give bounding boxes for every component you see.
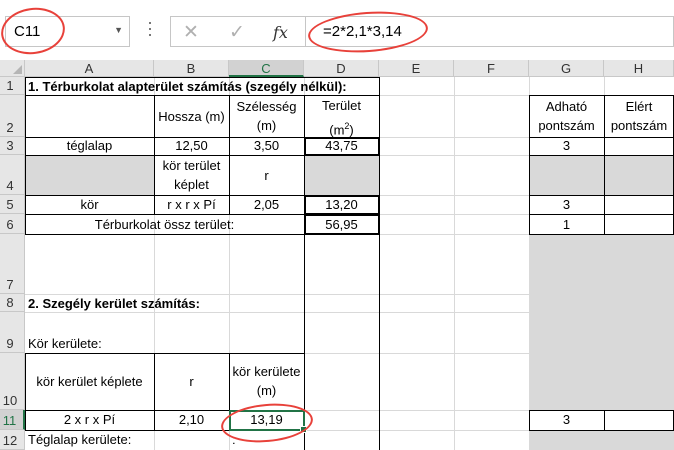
column-header-f[interactable]: F <box>454 60 529 77</box>
shaded-cells-g7-h10 <box>529 234 674 410</box>
cell-c2-line2: (m) <box>256 118 277 133</box>
cell-b11: 2,10 <box>178 412 205 427</box>
cell-c2-line1: Szélesség <box>236 99 297 114</box>
column-header-a[interactable]: A <box>25 60 154 77</box>
cell-c10-line1: kör kerülete <box>232 364 301 379</box>
cell-a8: 2. Szegély kerület számítás: <box>28 296 200 311</box>
cell-a10: kör kerület képlete <box>36 374 143 389</box>
cell-b10: r <box>189 374 194 389</box>
shaded-cells-g12-h12 <box>529 430 674 450</box>
cell-c10-line2: (m) <box>256 383 277 398</box>
cell-b5: r x r x Pí <box>167 197 216 212</box>
enter-check-icon[interactable]: ✓ <box>229 21 245 44</box>
column-header-d[interactable]: D <box>304 60 379 77</box>
cell-a6: Térburkolat össz terület: <box>94 217 235 232</box>
row-header-5[interactable]: 5 <box>0 195 25 214</box>
chevron-down-icon[interactable]: ▼ <box>114 25 123 35</box>
cell-a9: Kör kerülete: <box>28 336 102 351</box>
column-header-c[interactable]: C <box>229 60 304 77</box>
row-header-10[interactable]: 10 <box>0 353 25 410</box>
cell-h2-line1: Elért <box>625 99 653 114</box>
row-header-6[interactable]: 6 <box>0 214 25 234</box>
cell-d3: 43,75 <box>325 138 358 153</box>
formula-buttons: ✕ ✓ fx <box>170 16 306 47</box>
cell-c5: 2,05 <box>253 197 280 212</box>
column-header-b[interactable]: B <box>154 60 229 77</box>
cell-b4-line2: képlet <box>174 177 209 192</box>
row-header-3[interactable]: 3 <box>0 137 25 155</box>
cell-a12: Téglalap kerülete: <box>28 432 132 447</box>
insert-function-icon[interactable]: fx <box>273 23 288 42</box>
cell-b2: Hossza (m) <box>158 109 225 124</box>
row-header-7[interactable]: 7 <box>0 234 25 294</box>
row-header-8[interactable]: 8 <box>0 294 25 312</box>
row-header-12[interactable]: 12 <box>0 430 25 450</box>
column-header-h[interactable]: H <box>604 60 674 77</box>
cell-d2-line1: Terület <box>321 98 362 113</box>
cell-a5: kör <box>80 197 99 212</box>
cell-c3: 3,50 <box>253 138 280 153</box>
cell-g5: 3 <box>562 197 571 212</box>
cell-d5: 13,20 <box>325 197 358 212</box>
row-header-11[interactable]: 11 <box>0 410 25 430</box>
row-header-2[interactable]: 2 <box>0 95 25 137</box>
cell-g3: 3 <box>562 138 571 153</box>
select-all-corner[interactable] <box>0 60 25 77</box>
cell-g11: 3 <box>562 412 571 427</box>
cell-d6: 56,95 <box>325 217 358 232</box>
cell-a11: 2 x r x Pí <box>63 412 116 427</box>
cell-a3: téglalap <box>66 138 113 153</box>
resize-handle-icon[interactable] <box>148 22 152 40</box>
cell-c4: r <box>264 168 269 183</box>
cell-b3: 12,50 <box>175 138 208 153</box>
cell-h2-line2: pontszám <box>610 118 668 133</box>
column-header-e[interactable]: E <box>379 60 454 77</box>
row-header-1[interactable]: 1 <box>0 77 25 95</box>
column-header-g[interactable]: G <box>529 60 604 77</box>
cell-g2-line2: pontszám <box>538 118 595 133</box>
cell-g6: 1 <box>562 217 571 232</box>
cell-a1: 1. Térburkolat alapterület számítás (sze… <box>28 79 347 94</box>
cell-b4-line1: kör terület <box>162 158 221 173</box>
cancel-icon[interactable]: ✕ <box>183 21 199 44</box>
cell-g2-line1: Adható <box>545 99 588 114</box>
cell-d2-line2: (m2) <box>329 121 354 138</box>
row-header-9[interactable]: 9 <box>0 312 25 353</box>
row-header-4[interactable]: 4 <box>0 155 25 195</box>
